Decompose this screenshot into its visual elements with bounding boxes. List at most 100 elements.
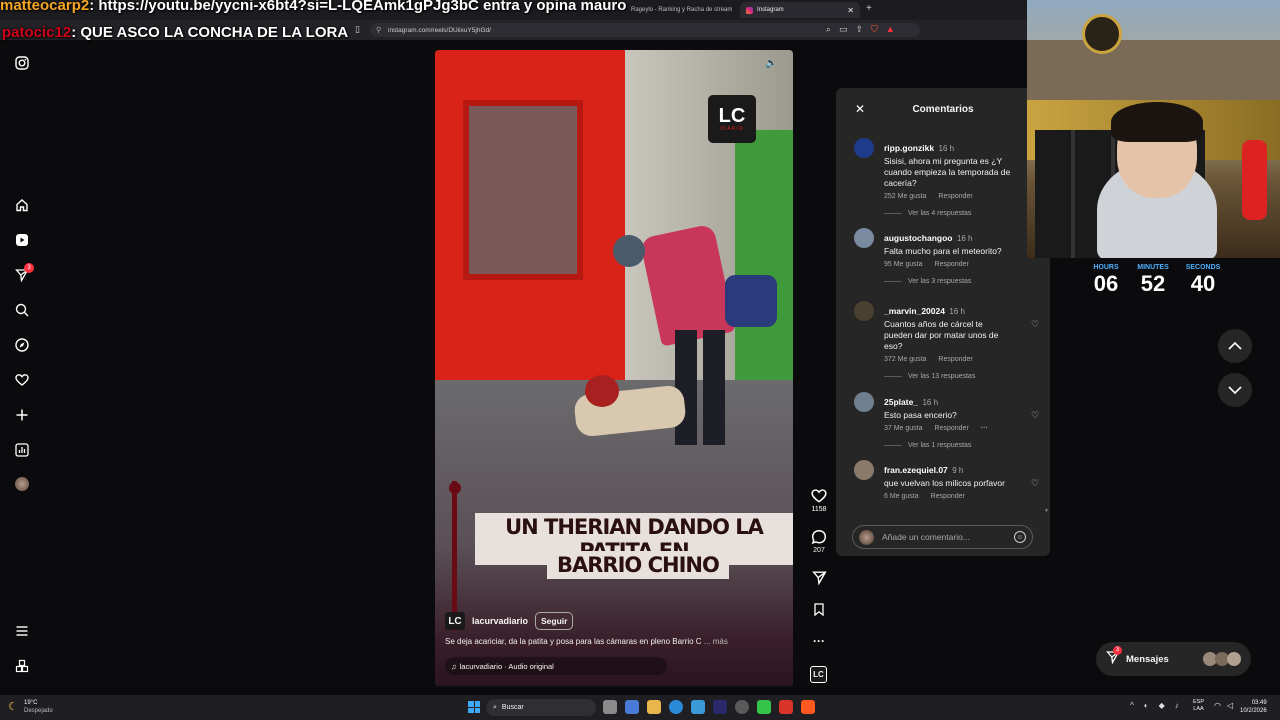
comment-likes: 252 Me gusta bbox=[884, 193, 927, 200]
windows-start-icon[interactable] bbox=[468, 701, 480, 713]
previous-reel-button[interactable] bbox=[1218, 329, 1252, 363]
comment-text: Cuantos años de cárcel te pueden dar por… bbox=[884, 319, 999, 351]
comment-body: fran.ezequiel.07 9 h que vuelvan los mili… bbox=[884, 460, 1029, 500]
instagram-logo-icon[interactable] bbox=[13, 54, 31, 72]
backpack bbox=[725, 275, 777, 327]
direct-messages-icon[interactable]: 3 bbox=[13, 263, 34, 284]
edge-icon[interactable] bbox=[669, 700, 683, 714]
comment-avatar[interactable] bbox=[854, 301, 874, 321]
new-tab-button[interactable]: + bbox=[866, 3, 872, 14]
language-indicator[interactable]: ESP LAA bbox=[1193, 699, 1204, 713]
view-replies-button[interactable]: Ver las 3 respuestas bbox=[884, 278, 1029, 285]
comment-body: augustochangoo 16 h Falta mucho para el m… bbox=[884, 228, 1029, 285]
comment-like-icon[interactable]: ♡ bbox=[1031, 410, 1039, 421]
scroll-down-arrow[interactable]: ▼ bbox=[1044, 508, 1049, 514]
comment-username[interactable]: _marvin_20024 bbox=[884, 306, 945, 316]
like-action[interactable]: 1158 bbox=[807, 488, 831, 513]
send-icon[interactable] bbox=[811, 570, 827, 585]
comment-username[interactable]: fran.ezequiel.07 bbox=[884, 465, 948, 475]
tray-chevron-up-icon[interactable]: ^ bbox=[1130, 701, 1134, 710]
save-action[interactable] bbox=[807, 602, 831, 617]
reply-button[interactable]: Responder bbox=[935, 261, 969, 268]
webcam-microphone bbox=[1242, 140, 1267, 220]
author-name[interactable]: lacurvadiario bbox=[472, 616, 528, 626]
reels-icon[interactable] bbox=[13, 231, 31, 249]
tab-rageylo[interactable]: Rageylo - Ranking y Racha de stream bbox=[625, 2, 737, 18]
view-replies-button[interactable]: Ver las 1 respuestas bbox=[884, 442, 1029, 449]
view-replies-button[interactable]: Ver las 4 respuestas bbox=[884, 210, 1029, 217]
bookmark-save-icon[interactable] bbox=[812, 602, 826, 617]
comment-avatar[interactable] bbox=[854, 138, 874, 158]
widgets-icon[interactable] bbox=[625, 700, 639, 714]
add-comment-field[interactable]: Añade un comentario... ☺ bbox=[852, 525, 1033, 549]
comment-like-icon[interactable]: ♡ bbox=[1031, 319, 1039, 330]
next-reel-button[interactable] bbox=[1218, 373, 1252, 407]
tray-discord-icon[interactable]: ◐ bbox=[1144, 701, 1149, 710]
comment-username[interactable]: augustochangoo bbox=[884, 233, 952, 243]
clock[interactable]: 03:49 10/2/2026 bbox=[1240, 699, 1267, 715]
like-heart-icon[interactable] bbox=[811, 488, 827, 504]
emoji-icon[interactable]: ☺ bbox=[1014, 531, 1026, 543]
apps-icon[interactable] bbox=[13, 657, 31, 675]
reply-button[interactable]: Responder bbox=[938, 356, 972, 363]
comment-likes: 6 Me gusta bbox=[884, 493, 919, 500]
dashboard-icon[interactable] bbox=[13, 441, 31, 459]
volume-icon[interactable]: 🔈 bbox=[765, 58, 777, 69]
store-icon[interactable] bbox=[691, 700, 705, 714]
alert-icon[interactable]: ▲ bbox=[886, 24, 895, 35]
bookmark-icon[interactable]: ▯ bbox=[355, 24, 360, 35]
speaker-icon[interactable]: ◁ bbox=[1227, 701, 1233, 710]
reply-button[interactable]: Responder bbox=[931, 493, 965, 500]
messages-button[interactable]: 3 Mensajes bbox=[1096, 642, 1251, 676]
comment-avatar[interactable] bbox=[854, 392, 874, 412]
weather-widget[interactable]: 19°C Despejado bbox=[24, 699, 53, 715]
tab-instagram[interactable]: Instagram ✕ bbox=[740, 2, 860, 18]
shield-icon[interactable]: ⛉ bbox=[871, 24, 878, 35]
youtube-app-icon[interactable] bbox=[779, 700, 793, 714]
menu-icon[interactable] bbox=[13, 622, 31, 640]
comment-text: Falta mucho para el meteorito? bbox=[884, 246, 1002, 256]
premiere-icon[interactable] bbox=[713, 700, 727, 714]
comment-username[interactable]: 25plate_ bbox=[884, 397, 918, 407]
reply-button[interactable]: Responder bbox=[935, 425, 969, 432]
more-options-icon[interactable]: ··· bbox=[807, 634, 831, 648]
close-tab-icon[interactable]: ✕ bbox=[847, 6, 854, 15]
messages-badge: 3 bbox=[1113, 645, 1122, 655]
share-icon[interactable]: ⇪ bbox=[856, 24, 864, 35]
comment-icon[interactable] bbox=[811, 529, 827, 545]
weather-icon[interactable]: ☾ bbox=[8, 700, 18, 713]
comment-username[interactable]: ripp.gonzikk bbox=[884, 143, 934, 153]
comment-options-icon[interactable]: ··· bbox=[981, 425, 988, 432]
cast-icon[interactable]: ▭ bbox=[839, 24, 848, 35]
search-icon[interactable] bbox=[13, 301, 31, 319]
kick-icon[interactable] bbox=[757, 700, 771, 714]
tray-nvidia-icon[interactable]: ◆ bbox=[1159, 701, 1165, 710]
follow-button[interactable]: Seguir bbox=[535, 612, 574, 630]
explore-icon[interactable] bbox=[13, 336, 31, 354]
taskbar-search[interactable]: ⌕ Buscar bbox=[486, 699, 596, 716]
file-explorer-icon[interactable] bbox=[647, 700, 661, 714]
profile-avatar[interactable] bbox=[15, 477, 29, 491]
task-view-icon[interactable] bbox=[603, 700, 617, 714]
site-info-icon[interactable]: ⚲ bbox=[376, 26, 381, 34]
view-replies-button[interactable]: Ver las 13 respuestas bbox=[884, 373, 1029, 380]
brave-icon[interactable] bbox=[801, 700, 815, 714]
comment-avatar[interactable] bbox=[854, 228, 874, 248]
reply-button[interactable]: Responder bbox=[938, 193, 972, 200]
wifi-icon[interactable]: ◠ bbox=[1214, 701, 1221, 710]
audio-logo-thumb[interactable]: LC bbox=[810, 666, 827, 683]
more-link[interactable]: ... más bbox=[704, 637, 728, 646]
create-icon[interactable] bbox=[13, 406, 31, 424]
obs-icon[interactable] bbox=[735, 700, 749, 714]
share-action[interactable] bbox=[807, 570, 831, 585]
audio-pill[interactable]: ♫ lacurvadiario · Audio original bbox=[445, 657, 667, 675]
comment-avatar[interactable] bbox=[854, 460, 874, 480]
comment-like-icon[interactable]: ♡ bbox=[1031, 478, 1039, 489]
author-avatar[interactable]: LC bbox=[445, 612, 465, 630]
reel-video[interactable]: LC DIARIO 🔈 UN THERIAN DANDO LA PATITA E… bbox=[435, 50, 793, 686]
tray-mic-icon[interactable]: ♪ bbox=[1175, 701, 1179, 710]
zoom-icon[interactable]: ⌕ bbox=[826, 24, 831, 35]
heart-icon[interactable] bbox=[13, 371, 31, 389]
home-icon[interactable] bbox=[13, 196, 31, 214]
comment-action[interactable]: 207 bbox=[807, 529, 831, 554]
